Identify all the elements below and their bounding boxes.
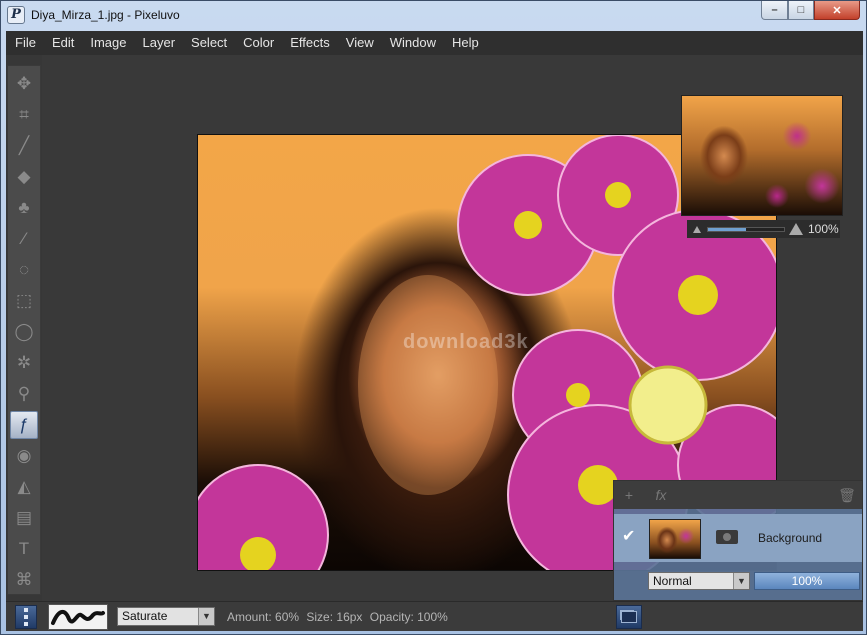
- pixeluvo-logo-icon[interactable]: P: [7, 6, 25, 24]
- brush-mode-select[interactable]: Saturate ▼: [117, 607, 215, 626]
- app-window: P Diya_Mirza_1.jpg - Pixeluvo – □ ✕ File…: [0, 0, 867, 635]
- menu-window[interactable]: Window: [382, 31, 444, 55]
- layers-panel-toggle-button[interactable]: [616, 605, 642, 629]
- title-bar[interactable]: P Diya_Mirza_1.jpg - Pixeluvo – □ ✕: [1, 1, 866, 31]
- toolbox-toggle-button[interactable]: [15, 605, 37, 629]
- rect-select-icon[interactable]: ⬚: [10, 287, 38, 315]
- dot-icon: [24, 622, 28, 626]
- close-icon: ✕: [832, 4, 842, 17]
- lasso-icon[interactable]: ◌: [10, 256, 38, 284]
- menu-layer[interactable]: Layer: [135, 31, 184, 55]
- layer-row-background[interactable]: ✔ Background: [614, 514, 862, 562]
- blend-mode-select[interactable]: Normal ▼: [648, 572, 750, 590]
- window-title: Diya_Mirza_1.jpg - Pixeluvo: [31, 8, 180, 22]
- zoom-out-icon[interactable]: [693, 225, 701, 233]
- blend-mode-value: Normal: [653, 574, 692, 588]
- app-body: File Edit Image Layer Select Color Effec…: [6, 31, 863, 631]
- menu-effects[interactable]: Effects: [282, 31, 338, 55]
- layer-thumbnail: [649, 519, 701, 559]
- watermark-text: download3k: [403, 331, 529, 353]
- move-icon[interactable]: ✥: [10, 70, 38, 98]
- menu-edit[interactable]: Edit: [44, 31, 82, 55]
- menu-bar: File Edit Image Layer Select Color Effec…: [6, 31, 863, 55]
- minimize-icon: –: [771, 4, 778, 16]
- maximize-button[interactable]: □: [788, 1, 814, 20]
- text-icon[interactable]: T: [10, 535, 38, 563]
- brush-mode-value: Saturate: [122, 609, 168, 623]
- heal-icon[interactable]: ⁄: [10, 225, 38, 253]
- zoom-slider-fill: [708, 227, 746, 231]
- delete-layer-icon[interactable]: 🗑: [836, 484, 858, 506]
- chevron-down-icon: ▼: [733, 573, 749, 589]
- dot-icon: [24, 608, 28, 612]
- navigator-preview[interactable]: [681, 95, 843, 216]
- magic-wand-icon[interactable]: ✲: [10, 349, 38, 377]
- navigator-zoom-bar: 100%: [687, 220, 840, 238]
- clone-stamp-icon[interactable]: ♣: [10, 194, 38, 222]
- brush-preview[interactable]: [48, 604, 108, 630]
- layer-visibility-check-icon[interactable]: ✔: [622, 529, 638, 545]
- fill-bucket-icon[interactable]: ◭: [10, 473, 38, 501]
- close-button[interactable]: ✕: [814, 1, 860, 20]
- dot-icon: [24, 615, 28, 619]
- maximize-icon: □: [797, 4, 805, 16]
- eraser-icon[interactable]: ◆: [10, 163, 38, 191]
- size-label[interactable]: Size: 16px: [306, 610, 362, 624]
- brush-settings-info: Amount: 60% Size: 16px Opacity: 100%: [227, 610, 452, 624]
- menu-image[interactable]: Image: [82, 31, 134, 55]
- menu-view[interactable]: View: [338, 31, 382, 55]
- ellipse-select-icon[interactable]: ◯: [10, 318, 38, 346]
- effects-brush-icon[interactable]: ƒ: [10, 411, 38, 439]
- status-bar: Saturate ▼ Amount: 60% Size: 16px Opacit…: [6, 601, 863, 631]
- menu-file[interactable]: File: [6, 31, 44, 55]
- opacity-label[interactable]: Opacity: 100%: [370, 610, 448, 624]
- layers-toolbar: + fx 🗑: [614, 481, 862, 509]
- minimize-button[interactable]: –: [761, 1, 788, 20]
- menu-color[interactable]: Color: [235, 31, 282, 55]
- crop-icon[interactable]: ⌗: [10, 101, 38, 129]
- layer-mask-icon[interactable]: [716, 530, 738, 544]
- red-eye-icon[interactable]: ◉: [10, 442, 38, 470]
- amount-label[interactable]: Amount: 60%: [227, 610, 299, 624]
- add-layer-icon[interactable]: +: [618, 484, 640, 506]
- layer-opacity-field[interactable]: 100%: [754, 572, 860, 590]
- toolbox: ✥ ⌗ ╱ ◆ ♣ ⁄ ◌ ⬚ ◯ ✲ ⚲ ƒ ◉ ◭ ▤ T ⌘: [7, 65, 41, 595]
- transform-icon[interactable]: ⌘: [10, 566, 38, 594]
- layers-panel: + fx 🗑 ✔ Background Normal ▼ 100%: [613, 480, 863, 601]
- chevron-down-icon: ▼: [198, 608, 214, 625]
- gradient-icon[interactable]: ▤: [10, 504, 38, 532]
- zoom-slider[interactable]: [707, 226, 785, 232]
- zoom-in-icon[interactable]: [789, 223, 803, 235]
- menu-help[interactable]: Help: [444, 31, 487, 55]
- brush-stroke-icon: [51, 610, 105, 625]
- smudge-icon[interactable]: ⚲: [10, 380, 38, 408]
- brush-icon[interactable]: ╱: [10, 132, 38, 160]
- layer-name: Background: [758, 531, 823, 545]
- zoom-percent: 100%: [808, 222, 839, 236]
- menu-select[interactable]: Select: [183, 31, 235, 55]
- layer-effects-icon[interactable]: fx: [650, 484, 672, 506]
